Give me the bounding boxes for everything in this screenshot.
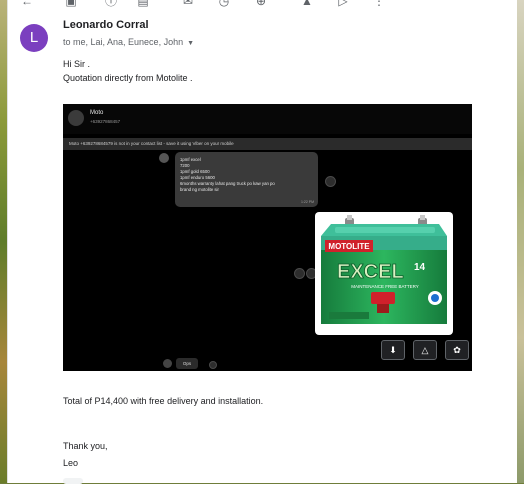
message-line: 1pmf gold 6500 bbox=[180, 169, 210, 174]
delete-icon[interactable]: ▤ bbox=[136, 0, 150, 8]
body-line-quotation: Quotation directly from Motolite . bbox=[63, 73, 193, 83]
unknown-contact-banner: Moto +639278684579 is not in your contac… bbox=[63, 138, 472, 150]
trimmed-content-toggle[interactable] bbox=[63, 478, 83, 484]
message-line: 6months warranty lahat pang truck po kaw… bbox=[180, 181, 275, 186]
sender-name[interactable]: Leonardo Corral bbox=[63, 19, 149, 31]
archive-icon[interactable]: ▣ bbox=[64, 0, 78, 8]
snooze-icon[interactable]: ◷ bbox=[217, 0, 231, 8]
footer-avatar bbox=[163, 359, 172, 368]
thanks-text: Thank you, bbox=[63, 441, 108, 451]
contact-number: +63927868457 bbox=[90, 119, 121, 124]
reaction-icon bbox=[209, 361, 217, 369]
recipients-text: to me, Lai, Ana, Eunece, John bbox=[63, 37, 184, 47]
message-bubble: 1pmf excel 7200 1pmf gold 6500 1pmf endu… bbox=[175, 152, 318, 207]
contact-avatar bbox=[68, 110, 84, 126]
battery-photo: MOTOLITE EXCEL 14 MAINTENANCE FREE BATTE… bbox=[315, 212, 453, 335]
banner-text: Moto +639278684579 is not in your contac… bbox=[69, 141, 234, 146]
battery-tagline: MAINTENANCE FREE BATTERY bbox=[351, 284, 419, 289]
greeting-text: Hi Sir . bbox=[63, 59, 90, 69]
message-line: 1pmf excel bbox=[180, 157, 201, 162]
background-left-strip bbox=[0, 0, 7, 483]
chat-header: Moto +63927868457 bbox=[63, 104, 472, 134]
message-line: 7200 bbox=[180, 163, 190, 168]
download-icon: ⬇ bbox=[389, 345, 397, 355]
add-to-drive-icon: △ bbox=[421, 345, 429, 355]
attached-screenshot-image[interactable]: Moto +63927868457 Moto +639278684579 is … bbox=[63, 104, 472, 371]
email-toolbar: ← ▣ ⓘ ▤ ✉ ◷ ⊕ ▲ ▷ ⋮ bbox=[8, 0, 517, 14]
background-right-strip bbox=[516, 0, 524, 483]
move-icon[interactable]: ▲ bbox=[300, 0, 314, 8]
battery-illustration: MOTOLITE EXCEL 14 MAINTENANCE FREE BATTE… bbox=[321, 215, 447, 324]
message-avatar bbox=[159, 153, 169, 163]
mark-unread-icon[interactable]: ✉ bbox=[181, 0, 195, 8]
add-to-photos-button[interactable]: ✿ bbox=[445, 340, 469, 360]
download-button[interactable]: ⬇ bbox=[381, 340, 405, 360]
chevron-down-icon[interactable]: ▼ bbox=[187, 40, 194, 47]
signoff-text: Leo bbox=[63, 458, 79, 468]
message-line: 1pmf enduro 5600 bbox=[180, 175, 215, 180]
forward-icon bbox=[294, 268, 305, 279]
more-icon[interactable]: ⋮ bbox=[372, 0, 386, 8]
contact-name: Moto bbox=[90, 110, 104, 116]
sender-avatar[interactable]: L bbox=[20, 24, 48, 52]
battery-model-label: EXCEL bbox=[337, 261, 404, 283]
report-icon[interactable]: ⓘ bbox=[104, 0, 118, 8]
message-line: brand ng motolite sir bbox=[180, 187, 219, 192]
battery-brand-label: MOTOLITE bbox=[328, 242, 370, 251]
add-to-photos-icon: ✿ bbox=[453, 345, 461, 355]
label-icon[interactable]: ▷ bbox=[336, 0, 350, 8]
back-icon[interactable]: ← bbox=[20, 0, 34, 8]
add-to-drive-button[interactable]: △ bbox=[413, 340, 437, 360]
reaction-icon bbox=[325, 176, 336, 187]
email-card: ← ▣ ⓘ ▤ ✉ ◷ ⊕ ▲ ▷ ⋮ L Leonardo Corral to… bbox=[7, 0, 517, 484]
recipients-line[interactable]: to me, Lai, Ana, Eunece, John ▼ bbox=[63, 37, 194, 47]
message-time: 1:22 PM bbox=[300, 200, 314, 204]
total-price-text: Total of P14,400 with free delivery and … bbox=[63, 396, 264, 406]
battery-model-suffix: 14 bbox=[414, 262, 426, 273]
footer-chip: Ops bbox=[176, 358, 198, 369]
add-task-icon[interactable]: ⊕ bbox=[254, 0, 268, 8]
sender-initial: L bbox=[29, 29, 39, 46]
